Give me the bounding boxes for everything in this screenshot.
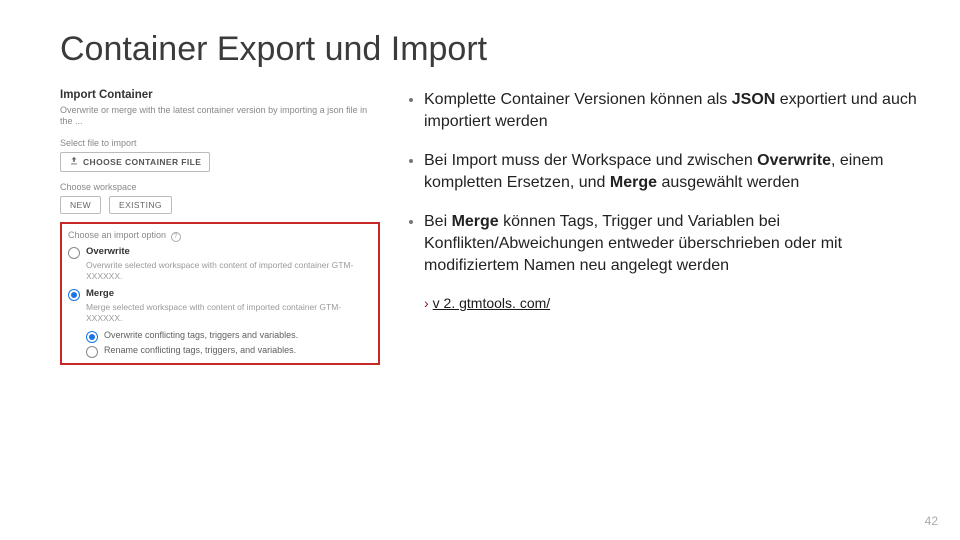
import-container-panel: Import Container Overwrite or merge with…: [60, 89, 380, 365]
bullet-2-c: ausgewählt werden: [657, 174, 799, 191]
sub-overwrite-label: Overwrite conflicting tags, triggers and…: [104, 330, 298, 340]
sub-radio-overwrite-conflicts[interactable]: Overwrite conflicting tags, triggers and…: [86, 330, 372, 343]
bullet-1-strong: JSON: [732, 91, 776, 108]
import-option-highlight: Choose an import option ? Overwrite Over…: [60, 222, 380, 365]
slide-container: Container Export und Import Import Conta…: [0, 0, 960, 540]
panel-heading: Import Container: [60, 89, 380, 101]
radio-merge-desc: Merge selected workspace with content of…: [86, 302, 372, 324]
choose-workspace-label: Choose workspace: [60, 182, 380, 192]
sub-rename-label: Rename conflicting tags, triggers, and v…: [104, 345, 296, 355]
gtmtools-link[interactable]: v 2. gtmtools. com/: [433, 295, 550, 311]
content-columns: Import Container Overwrite or merge with…: [60, 89, 920, 365]
upload-icon: [69, 156, 79, 168]
panel-description: Overwrite or merge with the latest conta…: [60, 105, 380, 128]
page-number: 42: [925, 514, 938, 528]
bullet-list: Komplette Container Versionen können als…: [406, 89, 920, 276]
radio-overwrite-desc: Overwrite selected workspace with conten…: [86, 260, 372, 282]
radio-merge[interactable]: Merge: [68, 288, 372, 301]
radio-dot-icon: [68, 289, 80, 301]
help-icon[interactable]: ?: [171, 232, 181, 242]
bullet-2-s1: Overwrite: [757, 152, 831, 169]
reference-link-row: ›v 2. gtmtools. com/: [406, 294, 920, 313]
text-column: Komplette Container Versionen können als…: [406, 89, 920, 313]
sub-radio-rename-conflicts[interactable]: Rename conflicting tags, triggers, and v…: [86, 345, 372, 358]
import-option-label: Choose an import option ?: [68, 230, 372, 242]
bullet-1-a: Komplette Container Versionen können als: [424, 91, 732, 108]
merge-sub-options: Overwrite conflicting tags, triggers and…: [86, 330, 372, 358]
radio-dot-icon: [86, 346, 98, 358]
workspace-buttons: NEW EXISTING: [60, 196, 380, 214]
bullet-3-s1: Merge: [452, 213, 499, 230]
select-file-label: Select file to import: [60, 138, 380, 148]
chevron-right-icon: ›: [424, 295, 429, 311]
slide-title: Container Export und Import: [60, 30, 920, 69]
radio-merge-label: Merge: [86, 288, 114, 299]
import-option-text: Choose an import option: [68, 230, 166, 240]
choose-container-file-button[interactable]: CHOOSE CONTAINER FILE: [60, 152, 210, 172]
bullet-2-a: Bei Import muss der Workspace und zwisch…: [424, 152, 757, 169]
radio-dot-icon: [86, 331, 98, 343]
bullet-2-s2: Merge: [610, 174, 657, 191]
radio-dot-icon: [68, 247, 80, 259]
bullet-3-a: Bei: [424, 213, 452, 230]
bullet-1: Komplette Container Versionen können als…: [424, 89, 920, 132]
workspace-new-button[interactable]: NEW: [60, 196, 101, 214]
choose-file-label: CHOOSE CONTAINER FILE: [83, 157, 201, 167]
bullet-2: Bei Import muss der Workspace und zwisch…: [424, 150, 920, 193]
bullet-3: Bei Merge können Tags, Trigger und Varia…: [424, 211, 920, 276]
radio-overwrite-label: Overwrite: [86, 246, 130, 257]
workspace-existing-button[interactable]: EXISTING: [109, 196, 172, 214]
radio-overwrite[interactable]: Overwrite: [68, 246, 372, 259]
